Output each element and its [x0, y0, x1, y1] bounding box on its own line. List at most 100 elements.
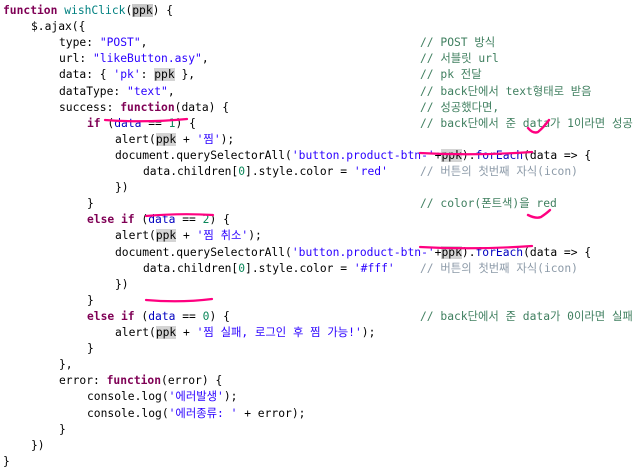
code-comment: // pk 전달 [420, 68, 482, 82]
code-comment: // back단에서 준 data가 1이라면 성공 [420, 116, 633, 130]
code-line[interactable]: data.children[0].style.color = '#fff' [143, 261, 395, 277]
code-token: , [201, 52, 209, 66]
code-token: data [114, 116, 142, 130]
code-line[interactable]: else if (data == 2) { [87, 212, 230, 228]
code-line[interactable]: error: function(error) { [59, 373, 222, 389]
code-token: (data => { [523, 148, 592, 162]
code-line[interactable]: url: "likeButton.asy", [59, 51, 209, 67]
code-line[interactable]: } [87, 196, 94, 212]
code-token: ( [100, 116, 115, 130]
code-comment: // color(폰트색)을 red [420, 197, 557, 211]
code-line[interactable]: success: function(data) { [59, 100, 229, 116]
code-token: $.ajax({ [31, 20, 86, 34]
code-line[interactable]: }) [115, 277, 129, 293]
code-line[interactable]: alert(ppk + '찜'); [115, 132, 234, 148]
code-token: }) [31, 438, 45, 452]
code-comment: // 버튼의 첫번째 자식(icon) [420, 165, 578, 178]
code-token: 0 [238, 165, 246, 178]
code-token: '에러종류: ' [168, 406, 238, 420]
code-token: ppk [154, 68, 175, 82]
code-token: else if [87, 309, 135, 323]
code-token: data: { [59, 68, 114, 82]
code-token: 'pk' [113, 68, 141, 82]
code-line[interactable]: type: "POST", [59, 35, 147, 51]
code-line[interactable]: alert(ppk + '찜 취소'); [115, 228, 262, 244]
code-line[interactable]: } [59, 422, 66, 438]
code-token: dataType: [59, 84, 128, 98]
code-token: wishClick [64, 4, 126, 17]
code-line[interactable]: document.querySelectorAll('button.produc… [115, 245, 591, 261]
code-token: document.querySelectorAll( [115, 245, 292, 259]
code-token: } [87, 293, 94, 307]
code-line[interactable]: }) [31, 438, 45, 454]
code-comment: // back단에서 text형태로 받음 [420, 84, 592, 98]
code-token: ) { [175, 116, 196, 130]
code-token: ( [134, 309, 149, 323]
code-line[interactable]: function wishClick(ppk) { [3, 3, 173, 19]
code-line[interactable]: console.log('에러발생'); [87, 389, 237, 405]
code-token: ) { [152, 4, 174, 17]
code-editor[interactable]: function wishClick(ppk) {$.ajax({type: "… [0, 0, 637, 468]
code-token: type: [59, 36, 100, 50]
code-line[interactable]: data: { 'pk': ppk }, [59, 67, 195, 83]
code-token: }, [59, 358, 73, 372]
code-token: alert( [115, 326, 156, 339]
code-token: } [87, 342, 94, 356]
code-token: console.log( [87, 390, 169, 404]
code-token: (data => { [523, 245, 592, 259]
code-token: + [176, 229, 197, 243]
code-token: ppk [155, 326, 177, 339]
code-comment: // 서블릿 url [420, 52, 499, 66]
code-token: ); [220, 132, 235, 146]
code-token: 'button.product-btn-' [291, 148, 435, 162]
code-token: data [148, 309, 176, 323]
code-token: }) [115, 181, 129, 195]
code-line[interactable]: } [87, 293, 94, 309]
code-line[interactable]: $.ajax({ [31, 19, 85, 35]
code-line[interactable]: } [3, 454, 10, 470]
code-line[interactable]: console.log('에러종류: ' + error); [87, 406, 305, 422]
code-token: + [176, 326, 197, 339]
code-token: ); [248, 229, 262, 243]
code-token: error: [59, 374, 107, 388]
code-token: ppk [132, 4, 153, 17]
code-token: } [59, 422, 66, 436]
code-token: document.querySelectorAll( [115, 148, 292, 162]
code-line[interactable]: data.children[0].style.color = 'red' [143, 164, 388, 180]
code-line[interactable]: if (data == 1) { [87, 116, 196, 132]
code-token: , [140, 36, 148, 50]
code-token: forEach [475, 148, 524, 162]
code-token: data [148, 213, 176, 227]
code-token: (error) { [161, 374, 223, 388]
code-token: ppk [155, 229, 177, 243]
code-token: data.children[ [143, 261, 239, 275]
code-line[interactable]: }) [115, 180, 129, 196]
code-token: ). [461, 148, 476, 162]
code-token: ppk [441, 148, 462, 162]
code-token: ); [223, 390, 238, 404]
code-line[interactable]: alert(ppk + '찜 실패, 로그인 후 찜 가능!'); [115, 325, 375, 341]
code-token: '찜 취소' [196, 229, 249, 243]
code-token: '#fff' [353, 261, 395, 275]
code-token: console.log( [87, 406, 169, 420]
code-token: == [141, 116, 169, 130]
code-line[interactable]: dataType: "text", [59, 84, 175, 100]
code-comment: // POST 방식 [420, 36, 496, 50]
code-token: function [3, 4, 65, 17]
code-token: ].style.color = [245, 165, 354, 178]
code-line[interactable]: document.querySelectorAll('button.produc… [115, 148, 591, 164]
code-token: if [87, 116, 101, 130]
code-token: ); [361, 326, 376, 339]
code-comment: // 버튼의 첫번째 자식(icon) [420, 261, 578, 275]
code-token: success: [59, 100, 121, 114]
code-token: '찜 실패, 로그인 후 찜 가능!' [196, 326, 362, 339]
code-token: '에러발생' [168, 390, 224, 404]
code-token: forEach [475, 245, 524, 259]
code-token: }, [174, 68, 196, 82]
code-comment: // back단에서 준 data가 0이라면 실패 [420, 309, 633, 323]
code-token: "POST" [99, 36, 141, 50]
code-line[interactable]: }, [59, 357, 73, 373]
code-line[interactable]: } [87, 341, 94, 357]
code-line[interactable]: else if (data == 0) { [87, 309, 230, 325]
code-token: 0 [238, 261, 246, 275]
